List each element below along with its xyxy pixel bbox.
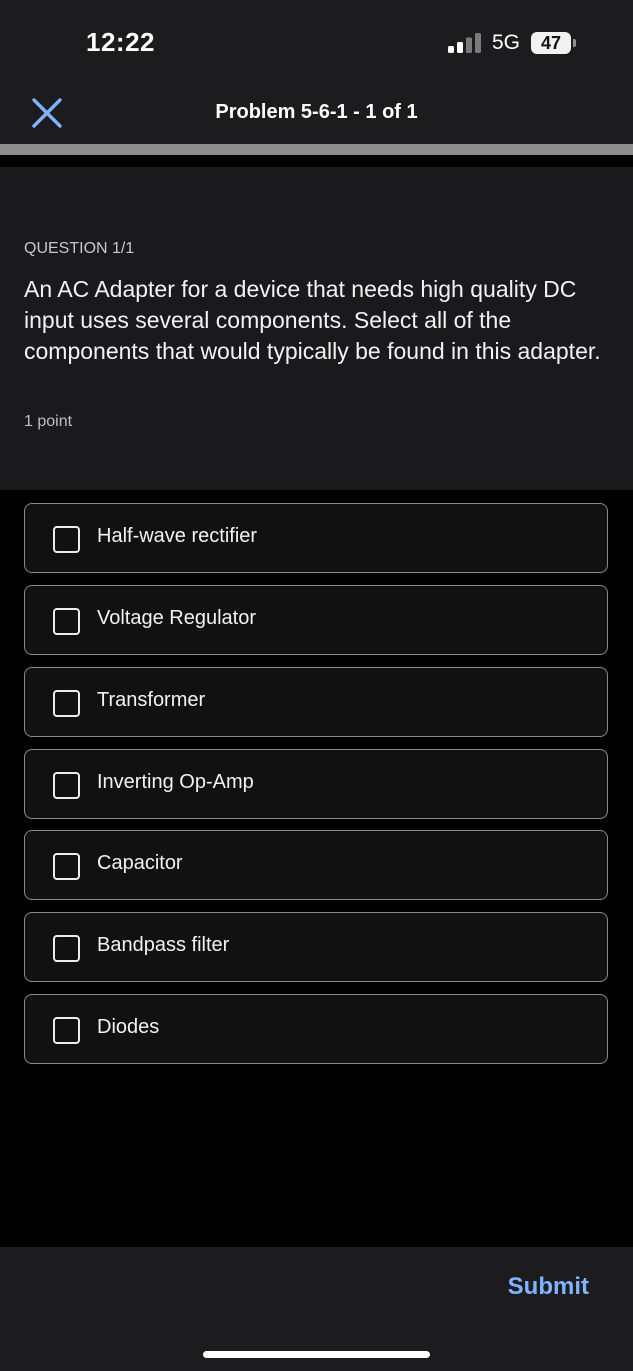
cellular-signal-icon	[448, 33, 481, 53]
checkbox-unchecked-icon[interactable]	[53, 690, 80, 717]
checkbox-unchecked-icon[interactable]	[53, 772, 80, 799]
option-transformer[interactable]: Transformer	[24, 667, 608, 737]
status-bar: 12:22 5G 47	[0, 0, 633, 84]
submit-button[interactable]: Submit	[508, 1273, 589, 1301]
checkbox-unchecked-icon[interactable]	[53, 853, 80, 880]
option-label: Bandpass filter	[97, 934, 230, 956]
option-label: Capacitor	[97, 852, 183, 874]
question-card: QUESTION 1/1 An AC Adapter for a device …	[0, 167, 633, 490]
progress-bar	[0, 144, 633, 155]
option-voltage-regulator[interactable]: Voltage Regulator	[24, 585, 608, 655]
option-label: Diodes	[97, 1016, 160, 1038]
home-indicator[interactable]	[203, 1351, 430, 1358]
nav-bar: Problem 5-6-1 - 1 of 1	[0, 84, 633, 144]
page-title: Problem 5-6-1 - 1 of 1	[215, 101, 418, 123]
option-half-wave-rectifier[interactable]: Half-wave rectifier	[24, 503, 608, 573]
bottom-bar: Submit	[0, 1247, 633, 1371]
question-text: An AC Adapter for a device that needs hi…	[24, 276, 601, 364]
option-label: Transformer	[97, 689, 206, 711]
option-label: Voltage Regulator	[97, 607, 257, 629]
question-points: 1 point	[24, 413, 73, 430]
checkbox-unchecked-icon[interactable]	[53, 1017, 80, 1044]
option-label: Half-wave rectifier	[97, 525, 258, 547]
checkbox-unchecked-icon[interactable]	[53, 935, 80, 962]
checkbox-unchecked-icon[interactable]	[53, 526, 80, 553]
option-capacitor[interactable]: Capacitor	[24, 830, 608, 900]
option-bandpass-filter[interactable]: Bandpass filter	[24, 912, 608, 982]
question-number: QUESTION 1/1	[24, 240, 135, 257]
option-inverting-op-amp[interactable]: Inverting Op-Amp	[24, 749, 608, 819]
battery-tip	[573, 39, 576, 47]
network-type: 5G	[492, 31, 521, 54]
checkbox-unchecked-icon[interactable]	[53, 608, 80, 635]
option-diodes[interactable]: Diodes	[24, 994, 608, 1064]
status-time: 12:22	[86, 27, 155, 57]
battery-icon: 47	[531, 32, 571, 54]
close-icon[interactable]	[30, 96, 64, 130]
option-label: Inverting Op-Amp	[97, 771, 254, 793]
progress-fill	[0, 144, 633, 155]
